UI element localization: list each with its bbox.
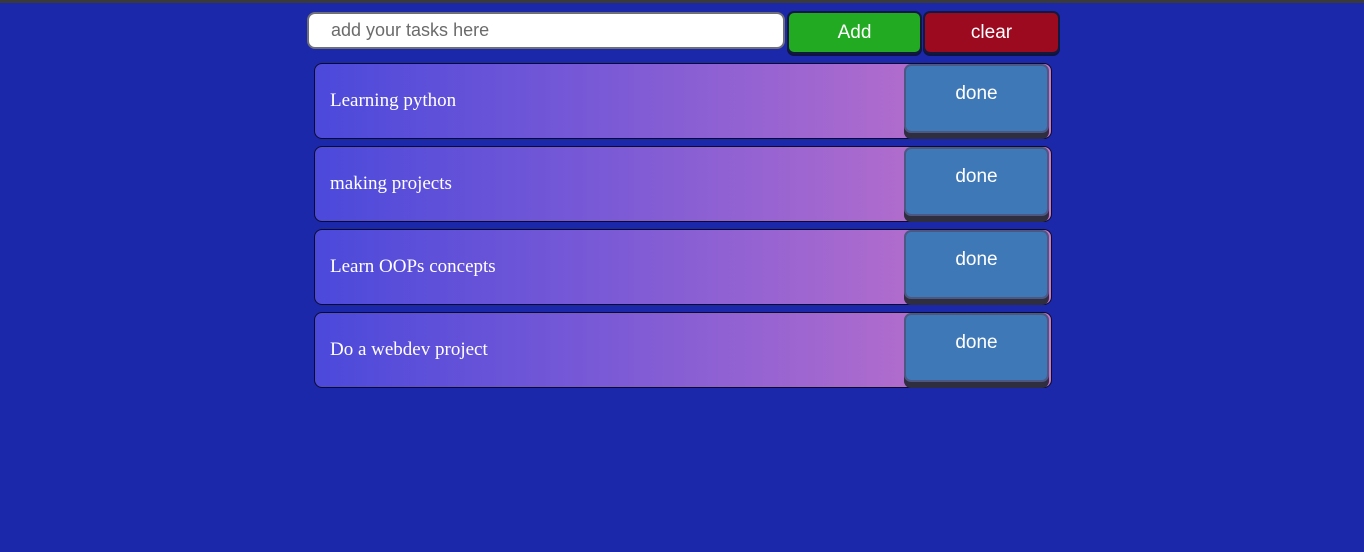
task-input-row: Add clear: [307, 11, 1060, 55]
app-page: { "input": { "placeholder": "add your ta…: [0, 0, 1364, 552]
done-button[interactable]: done: [904, 64, 1049, 133]
done-button[interactable]: done: [904, 313, 1049, 382]
task-list: Learning python done making projects don…: [314, 63, 1052, 395]
task-text: making projects: [330, 173, 452, 194]
task-item: Learning python done: [314, 63, 1052, 139]
task-text: Learn OOPs concepts: [330, 256, 496, 277]
task-input[interactable]: [307, 12, 785, 49]
task-item: Do a webdev project done: [314, 312, 1052, 388]
window-top-border: [0, 0, 1364, 3]
done-button[interactable]: done: [904, 147, 1049, 216]
task-item: making projects done: [314, 146, 1052, 222]
done-button[interactable]: done: [904, 230, 1049, 299]
add-button[interactable]: Add: [787, 11, 922, 54]
task-text: Learning python: [330, 90, 457, 111]
task-text: Do a webdev project: [330, 339, 488, 360]
clear-button[interactable]: clear: [923, 11, 1060, 54]
task-item: Learn OOPs concepts done: [314, 229, 1052, 305]
